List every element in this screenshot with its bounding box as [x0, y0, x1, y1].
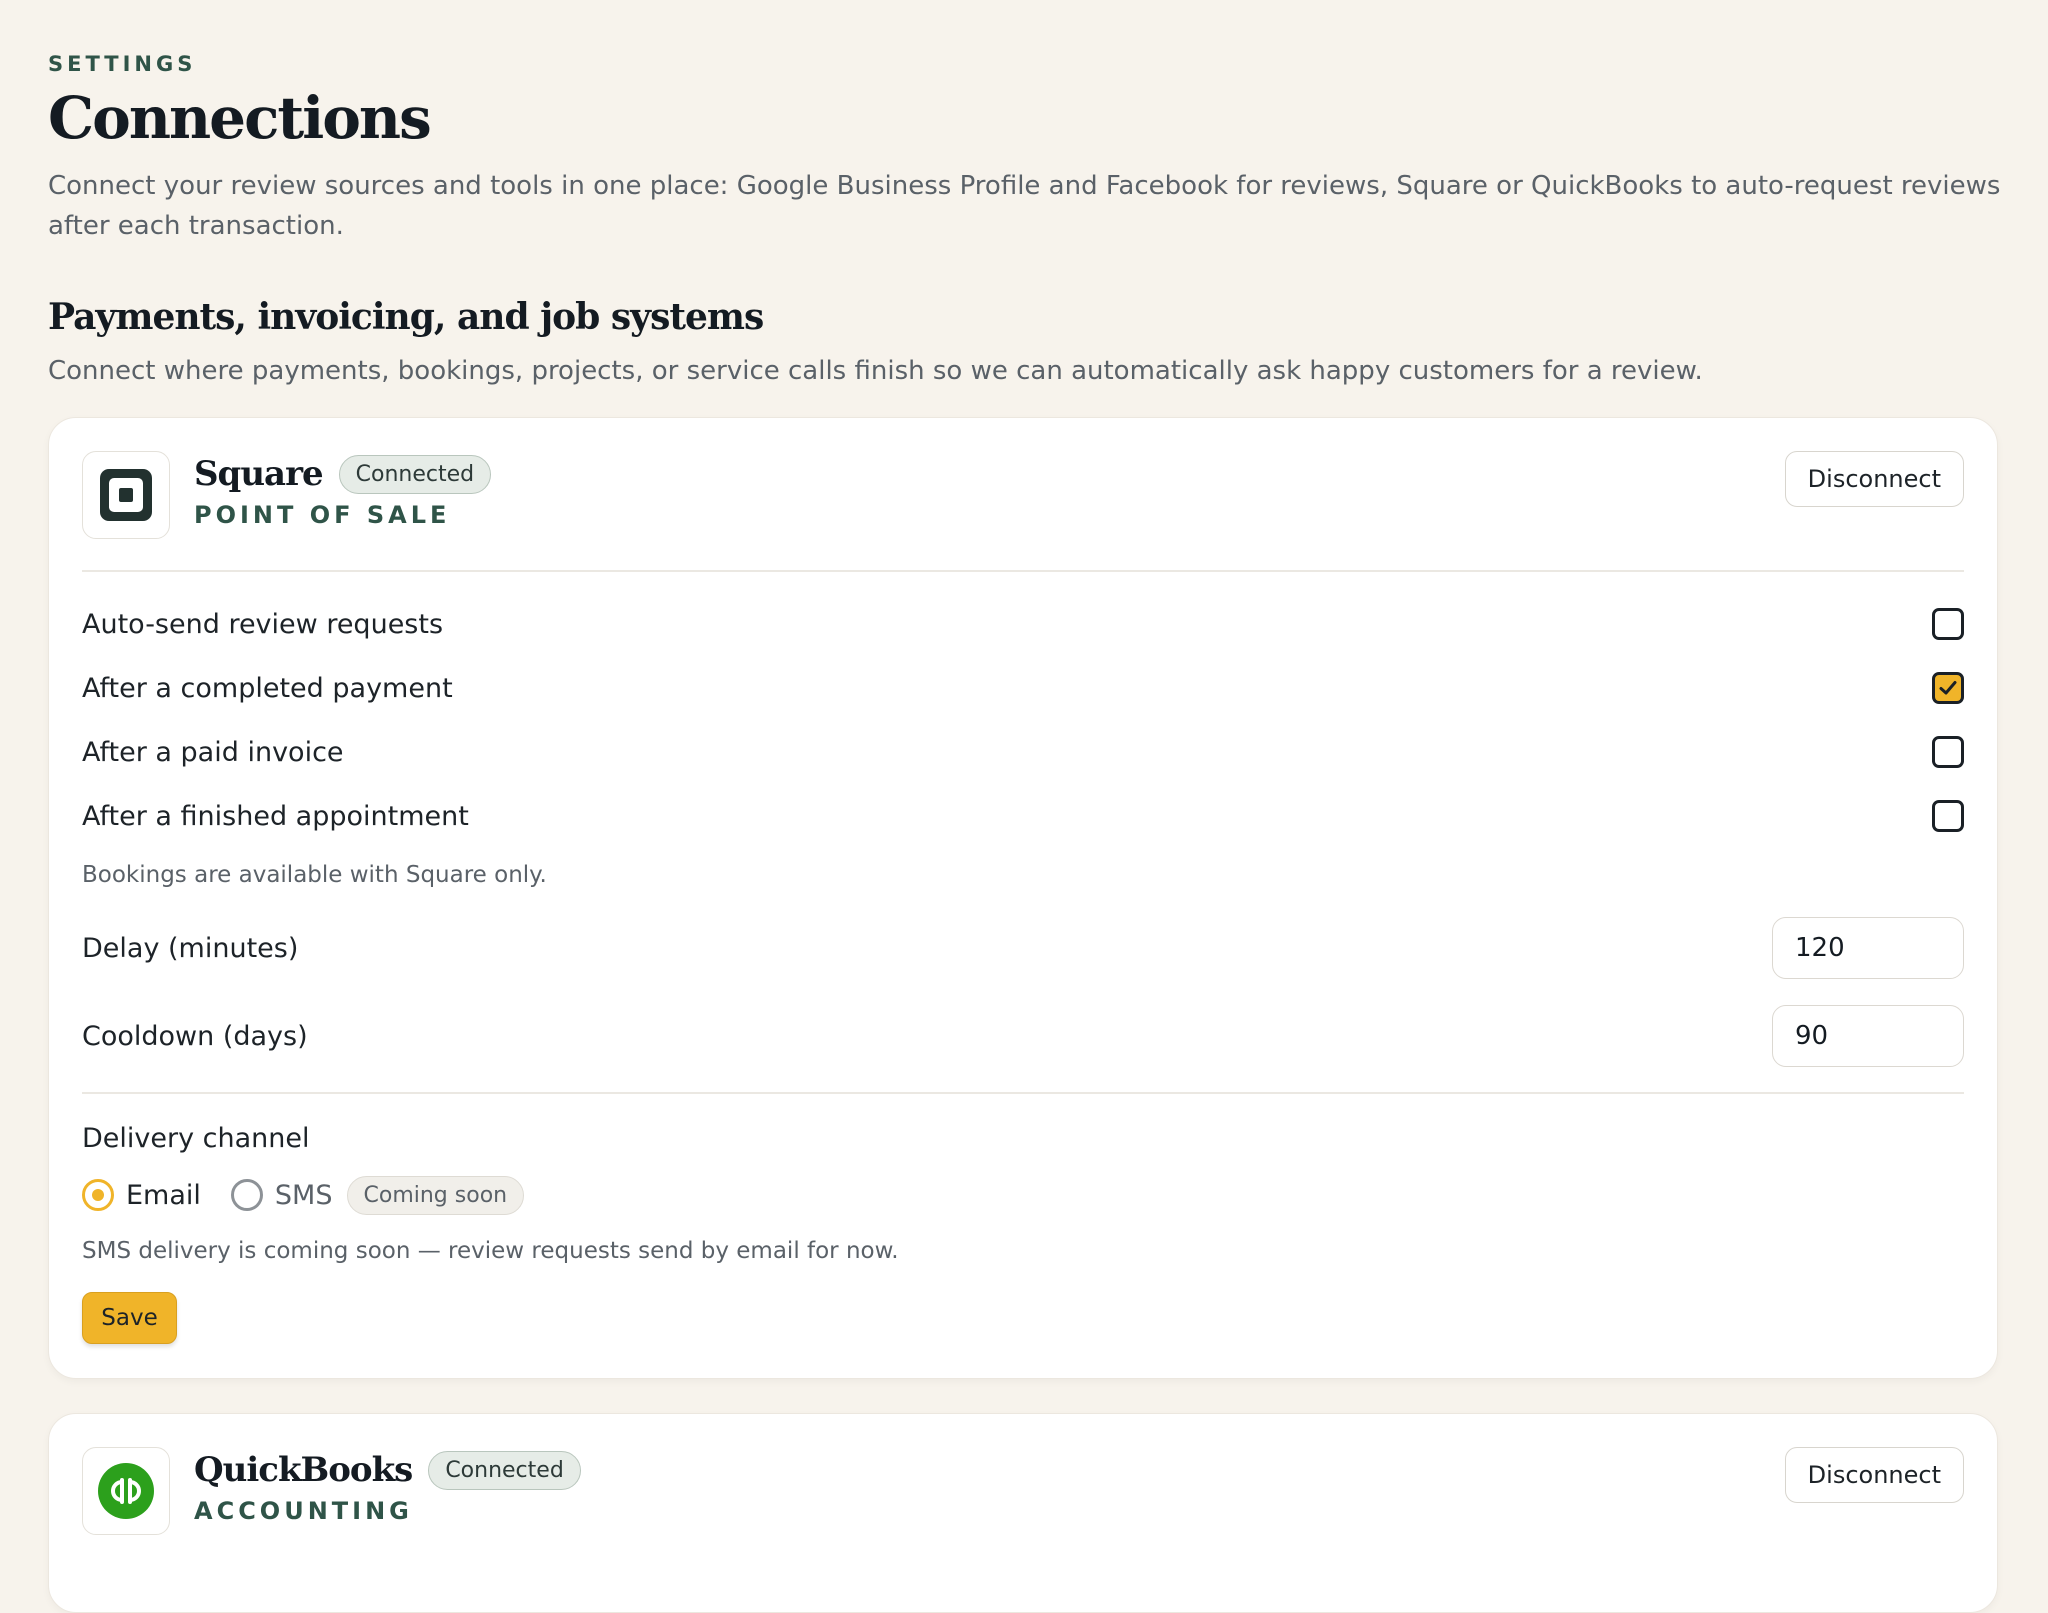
provider-category: ACCOUNTING — [194, 1497, 413, 1525]
delivery-channel-title: Delivery channel — [82, 1123, 310, 1154]
cooldown-input[interactable] — [1772, 1005, 1964, 1067]
divider — [82, 1092, 1964, 1094]
section-title: Payments, invoicing, and job systems — [48, 296, 764, 338]
status-badge: Connected — [428, 1450, 581, 1490]
divider — [82, 570, 1964, 572]
square-logo-icon — [82, 451, 170, 539]
provider-name: Square — [194, 454, 324, 494]
bookings-hint: Bookings are available with Square only. — [82, 862, 547, 888]
quickbooks-logo-icon — [82, 1447, 170, 1535]
section-description: Connect where payments, bookings, projec… — [48, 356, 1703, 386]
auto-send-checkbox[interactable] — [1932, 608, 1964, 640]
disconnect-button[interactable]: Disconnect — [1784, 1447, 1964, 1503]
status-badge: Connected — [338, 454, 492, 494]
checkmark-icon — [1939, 681, 1957, 695]
sms-radio[interactable] — [230, 1179, 263, 1211]
completed-payment-checkbox[interactable] — [1932, 672, 1964, 704]
settings-eyebrow: SETTINGS — [48, 52, 197, 76]
square-card-header: Square Connected POINT OF SALE Disconnec… — [82, 451, 1964, 539]
page-title: Connections — [48, 84, 432, 152]
sms-label[interactable]: SMS — [275, 1180, 333, 1211]
delay-label: Delay (minutes) — [82, 932, 299, 964]
delay-row: Delay (minutes) — [82, 917, 1964, 979]
option-row-finished-appointment[interactable]: After a finished appointment — [82, 796, 1964, 836]
option-row-paid-invoice[interactable]: After a paid invoice — [82, 732, 1964, 772]
option-row-completed-payment[interactable]: After a completed payment — [82, 668, 1964, 708]
option-label: After a completed payment — [82, 672, 453, 704]
page-description: Connect your review sources and tools in… — [48, 171, 2001, 241]
coming-soon-badge: Coming soon — [346, 1175, 525, 1215]
option-label: After a paid invoice — [82, 736, 344, 768]
page-header: SETTINGS Connections Connect your review… — [48, 52, 2000, 386]
option-row-auto-send[interactable]: Auto-send review requests — [82, 604, 1964, 644]
disconnect-button[interactable]: Disconnect — [1784, 451, 1964, 507]
email-radio[interactable] — [82, 1179, 114, 1211]
cooldown-label: Cooldown (days) — [82, 1020, 308, 1052]
email-label[interactable]: Email — [126, 1180, 201, 1211]
quickbooks-connection-card: QuickBooks Connected ACCOUNTING Disconne… — [48, 1413, 1998, 1613]
sms-hint: SMS delivery is coming soon — review req… — [82, 1238, 899, 1264]
quickbooks-card-header: QuickBooks Connected ACCOUNTING Disconne… — [82, 1447, 1964, 1535]
paid-invoice-checkbox[interactable] — [1932, 736, 1964, 768]
finished-appointment-checkbox[interactable] — [1932, 800, 1964, 832]
option-label: After a finished appointment — [82, 800, 469, 832]
save-button[interactable]: Save — [82, 1292, 177, 1344]
delivery-channel-group: Email SMS Coming soon — [82, 1173, 525, 1217]
delay-input[interactable] — [1772, 917, 1964, 979]
option-label: Auto-send review requests — [82, 608, 444, 640]
provider-category: POINT OF SALE — [194, 501, 451, 529]
provider-name: QuickBooks — [194, 1450, 413, 1490]
square-connection-card: Square Connected POINT OF SALE Disconnec… — [48, 417, 1998, 1379]
cooldown-row: Cooldown (days) — [82, 1005, 1964, 1067]
radio-dot — [92, 1189, 104, 1201]
